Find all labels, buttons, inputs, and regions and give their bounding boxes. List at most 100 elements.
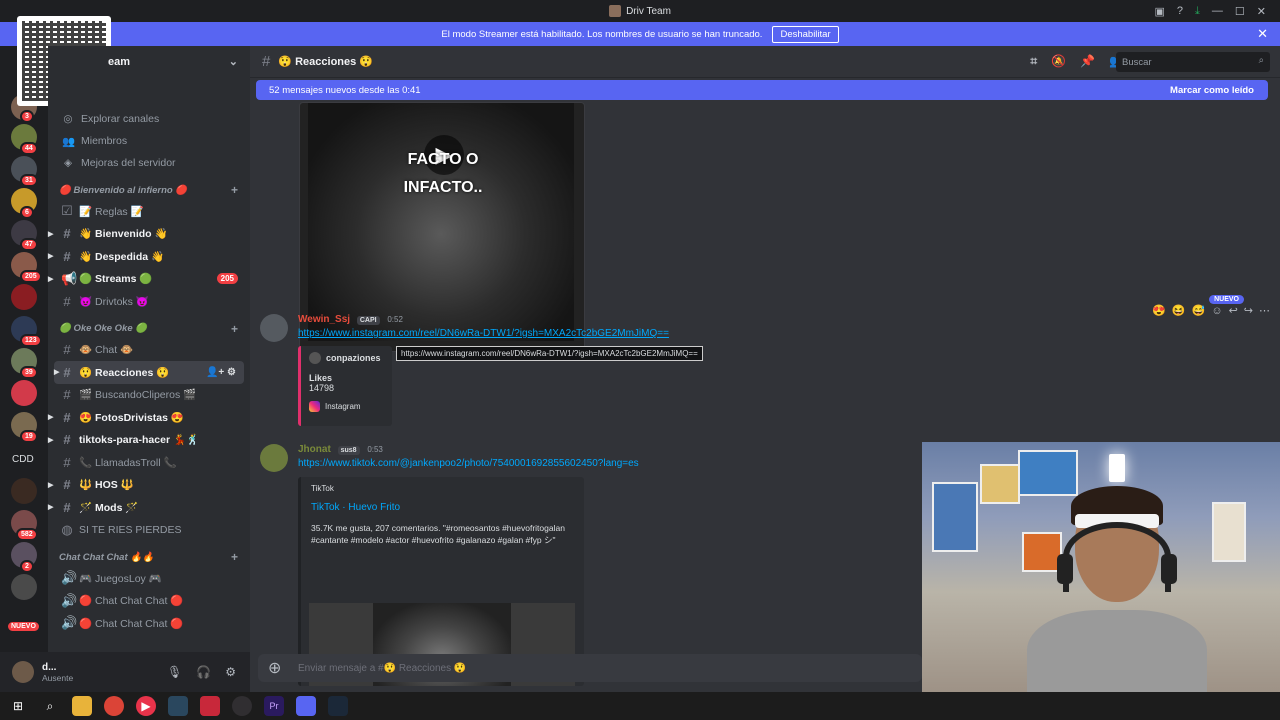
hash-icon: # bbox=[63, 387, 71, 403]
message-link[interactable]: https://www.tiktok.com/@jankenpoo2/photo… bbox=[298, 458, 639, 469]
nav-item[interactable]: ◈ Mejoras del servidor bbox=[48, 152, 250, 174]
channel-category[interactable]: 🟢 Oke Oke Oke 🟢 + bbox=[48, 319, 250, 339]
maximize-button[interactable]: ☐ bbox=[1235, 5, 1245, 18]
pin-icon[interactable]: 📌 bbox=[1080, 54, 1095, 69]
channel-item[interactable]: 🔊 🎮 JuegosLoy 🎮 bbox=[48, 567, 244, 590]
threads-icon[interactable]: ⌗ bbox=[1030, 54, 1037, 69]
channel-item[interactable]: ▶ # 👋 Despedida 👋 bbox=[48, 245, 244, 268]
embed-title[interactable]: TikTok · Huevo Frito bbox=[311, 502, 574, 513]
caret-right-icon[interactable]: ▶ bbox=[54, 368, 59, 376]
search-input[interactable]: Buscar ⌕ bbox=[1116, 52, 1270, 72]
media-player-icon[interactable]: ▶ bbox=[136, 696, 156, 716]
inbox-icon[interactable]: ▣ bbox=[1155, 5, 1165, 18]
category-name: Chat Chat Chat 🔥🔥 bbox=[59, 551, 154, 563]
boost-icon: ◈ bbox=[63, 157, 73, 169]
add-reaction-icon[interactable]: ☺ bbox=[1211, 305, 1222, 317]
chrome-icon[interactable] bbox=[104, 696, 124, 716]
embed-author: conpaziones bbox=[309, 352, 384, 364]
gear-icon[interactable]: ⚙ bbox=[225, 665, 236, 679]
channel-settings-icon[interactable]: 👤+ ⚙ bbox=[206, 367, 236, 378]
reply-icon[interactable]: ↩ bbox=[1229, 304, 1238, 317]
caret-right-icon[interactable]: ▶ bbox=[48, 275, 53, 283]
caret-right-icon[interactable]: ▶ bbox=[48, 503, 53, 511]
channel-item[interactable]: ▶ # 👋 Bienvenido 👋 bbox=[48, 223, 244, 246]
hash-icon: # bbox=[63, 499, 71, 515]
caret-right-icon[interactable]: ▶ bbox=[48, 436, 53, 444]
discord-icon[interactable] bbox=[296, 696, 316, 716]
avatar[interactable] bbox=[12, 661, 34, 683]
app-icon[interactable] bbox=[200, 696, 220, 716]
message-input[interactable]: ⊕ Enviar mensaje a #😲 Reacciones 😲 bbox=[258, 654, 922, 682]
video-caption-line: FACTO O bbox=[407, 151, 479, 168]
mark-as-read-button[interactable]: Marcar como leído bbox=[1170, 85, 1254, 96]
add-channel-icon[interactable]: + bbox=[231, 183, 238, 197]
add-channel-icon[interactable]: + bbox=[231, 322, 238, 336]
guild-icon[interactable] bbox=[11, 380, 37, 406]
reaction-icon[interactable]: 😆 bbox=[1172, 304, 1186, 317]
caret-right-icon[interactable]: ▶ bbox=[48, 413, 53, 421]
server-header[interactable]: eam ⌄ bbox=[48, 46, 250, 78]
headphones-icon[interactable]: 🎧 bbox=[196, 665, 211, 679]
caret-right-icon[interactable]: ▶ bbox=[48, 230, 53, 238]
instagram-embed[interactable]: conpaziones Likes 14798 Instagram bbox=[298, 346, 392, 426]
forward-icon[interactable]: ↪ bbox=[1244, 304, 1253, 317]
message-link[interactable]: https://www.instagram.com/reel/DN6wRa-DT… bbox=[298, 328, 669, 339]
channel-item[interactable]: ▶ # 🔱 HOS 🔱 bbox=[48, 474, 244, 497]
windows-start-icon[interactable]: ⊞ bbox=[8, 696, 28, 716]
reaction-icon[interactable]: 😅 bbox=[1192, 304, 1206, 317]
channel-item[interactable]: # 😈 Drivtoks 😈 bbox=[48, 290, 244, 313]
avatar[interactable] bbox=[260, 444, 288, 472]
channel-item[interactable]: 🔊 🔴 Chat Chat Chat 🔴 bbox=[48, 612, 244, 635]
message-author[interactable]: Wewin_Ssj bbox=[298, 314, 350, 325]
disable-streamer-button[interactable]: Deshabilitar bbox=[772, 25, 839, 43]
link-tooltip: https://www.instagram.com/reel/DN6wRa-DT… bbox=[396, 346, 703, 361]
channel-category[interactable]: Chat Chat Chat 🔥🔥 + bbox=[48, 547, 250, 567]
close-window-button[interactable]: ✕ bbox=[1257, 5, 1266, 18]
caret-right-icon[interactable]: ▶ bbox=[48, 252, 53, 260]
forum-icon: ◍ bbox=[61, 521, 73, 537]
channel-item[interactable]: ☑ 📝 Reglas 📝 bbox=[48, 200, 244, 223]
search-icon[interactable]: ⌕ bbox=[40, 696, 60, 716]
microphone-icon[interactable]: 🎙 bbox=[167, 665, 182, 679]
channel-item[interactable]: # 🐵 Chat 🐵 bbox=[48, 339, 244, 362]
steam-icon[interactable] bbox=[168, 696, 188, 716]
add-channel-icon[interactable]: + bbox=[231, 550, 238, 564]
channel-item[interactable]: # 📞 LlamadasTroll 📞 bbox=[48, 451, 244, 474]
minimize-button[interactable]: — bbox=[1212, 5, 1223, 17]
guild-icon[interactable] bbox=[11, 574, 37, 600]
close-icon[interactable]: ✕ bbox=[1257, 26, 1268, 42]
premiere-icon[interactable]: Pr bbox=[264, 696, 284, 716]
channel-item[interactable]: ▶ # tiktoks-para-hacer 💃🕺 bbox=[48, 429, 244, 452]
nav-item[interactable]: 👥 Miembros bbox=[48, 130, 250, 152]
channel-item[interactable]: ▶ # 🪄 Mods 🪄 bbox=[48, 496, 244, 519]
user-controls: 🎙 🎧 ⚙ bbox=[167, 665, 236, 679]
message-author[interactable]: Jhonat bbox=[298, 444, 331, 455]
guild-icon[interactable] bbox=[11, 478, 37, 504]
channel-item[interactable]: ◍ SI TE RIES PIERDES bbox=[48, 519, 244, 542]
file-explorer-icon[interactable] bbox=[72, 696, 92, 716]
caret-right-icon[interactable]: ▶ bbox=[48, 481, 53, 489]
help-icon[interactable]: ? bbox=[1177, 5, 1183, 17]
bell-muted-icon[interactable]: 🔕 bbox=[1051, 54, 1066, 69]
guild-icon[interactable] bbox=[11, 284, 37, 310]
reaction-icon[interactable]: 😍 bbox=[1152, 304, 1166, 317]
steam-icon[interactable] bbox=[328, 696, 348, 716]
channel-label: 🎬 BuscandoCliperos 🎬 bbox=[79, 389, 197, 402]
more-icon[interactable]: ⋯ bbox=[1259, 304, 1270, 317]
user-info[interactable]: d... Ausente bbox=[42, 662, 73, 683]
add-attachment-icon[interactable]: ⊕ bbox=[268, 658, 281, 678]
download-icon[interactable]: ⤓ bbox=[1195, 5, 1200, 18]
wall-poster bbox=[1022, 532, 1062, 572]
chevron-down-icon[interactable]: ⌄ bbox=[229, 55, 238, 68]
channel-item[interactable]: ▶ # 😲 Reacciones 😲 👤+ ⚙ bbox=[54, 361, 244, 384]
channel-item[interactable]: ▶ # 😍 FotosDrivistas 😍 bbox=[48, 406, 244, 429]
avatar[interactable] bbox=[260, 314, 288, 342]
channel-item[interactable]: ▶ 📢 🟢 Streams 🟢 205 bbox=[48, 268, 244, 291]
channel-category[interactable]: 🔴 Bienvenido al infierno 🔴 + bbox=[48, 180, 250, 200]
obs-icon[interactable] bbox=[232, 696, 252, 716]
channel-item[interactable]: # 🎬 BuscandoCliperos 🎬 bbox=[48, 384, 244, 407]
channel-item[interactable]: 🔊 🔴 Chat Chat Chat 🔴 bbox=[48, 590, 244, 613]
guild-text[interactable]: CDD bbox=[12, 454, 34, 465]
nav-item[interactable]: ◎ Explorar canales bbox=[48, 108, 250, 130]
new-messages-bar[interactable]: 52 mensajes nuevos desde las 0:41 Marcar… bbox=[256, 80, 1268, 100]
